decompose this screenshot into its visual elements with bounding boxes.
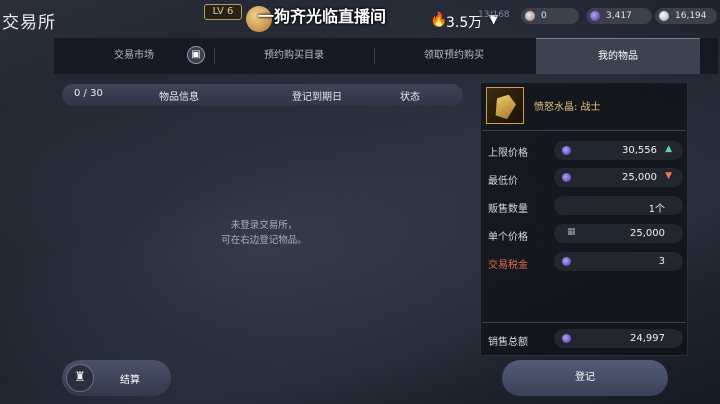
page-title: 交易所 [2, 13, 56, 33]
currency-purple-gem: 3,417 [586, 8, 652, 24]
empty-message-line: 可在右边登记物品。 [221, 235, 307, 246]
purple-gem-icon [562, 257, 571, 266]
money-bag-icon: ♜ [66, 364, 94, 392]
streamer-name: 一狗齐光临直播间 [258, 7, 387, 26]
total-sales-value: 24,997 [630, 333, 665, 344]
level-badge: LV 6 [204, 4, 242, 20]
purple-gem-icon [590, 11, 600, 21]
divider [482, 322, 686, 323]
divider [482, 130, 686, 131]
total-sales-field: 24,997 [554, 329, 683, 348]
sell-quantity-label: 贩售数量 [488, 204, 528, 215]
max-price-field: 30,556 ▲ [554, 141, 683, 160]
settle-button[interactable]: ♜ 结算 [62, 360, 171, 396]
calculator-icon: ▦ [567, 227, 576, 237]
trade-tax-field: 3 [554, 252, 683, 271]
register-button[interactable]: 登记 [502, 360, 668, 396]
unit-price-value: 25,000 [630, 228, 665, 239]
sell-quantity-value: 1个 [648, 204, 665, 215]
currency-silver-coin: 16,194 [655, 8, 717, 24]
tab-claim-reserve[interactable]: 领取预约购买 [374, 38, 534, 74]
flame-icon: 🔥 [430, 12, 448, 28]
triangle-down-icon: ▼ [665, 171, 672, 181]
column-expiry-date: 登记到期日 [292, 92, 342, 103]
item-name: 愤怒水晶: 战士 [534, 102, 601, 113]
item-thumbnail[interactable] [486, 87, 524, 124]
purple-gem-icon [562, 146, 571, 155]
column-status: 状态 [400, 92, 420, 103]
unit-price-label: 单个价格 [488, 232, 528, 243]
trade-tax-value: 3 [658, 256, 665, 267]
currency-pearl: 0 [521, 8, 579, 24]
column-item-info: 物品信息 [159, 92, 199, 103]
currency-purple-gem-value: 3,417 [606, 11, 632, 21]
tab-bar: 交易市场 ▣ 预约购买目录 领取预约购买 我的物品 [54, 38, 718, 74]
min-price-label: 最低价 [488, 176, 518, 187]
empty-list-message: 未登录交易所， 可在右边登记物品。 [200, 218, 328, 248]
tab-reserve-catalog[interactable]: 预约购买目录 [214, 38, 374, 74]
list-header: 0 / 30 物品信息 登记到期日 状态 [62, 84, 463, 106]
triangle-up-icon: ▲ [665, 144, 672, 154]
guide-book-icon[interactable]: ▣ [187, 46, 205, 64]
empty-message-line: 未登录交易所， [230, 220, 298, 231]
crystal-icon [492, 91, 518, 120]
listing-count: 0 / 30 [74, 88, 103, 99]
currency-silver-coin-value: 16,194 [675, 11, 707, 21]
heat-value: 3.5万 [446, 15, 483, 31]
pearl-icon [525, 11, 535, 21]
silver-coin-icon [659, 11, 669, 21]
currency-pearl-value: 0 [541, 11, 547, 21]
purple-gem-icon [562, 173, 571, 182]
inventory-count: 13/168 [478, 10, 510, 20]
trade-tax-label: 交易税金 [488, 260, 528, 271]
tab-my-items[interactable]: 我的物品 [536, 38, 700, 74]
max-price-label: 上限价格 [488, 148, 528, 159]
unit-price-input[interactable]: ▦ 25,000 [554, 224, 683, 243]
settle-button-label: 结算 [120, 375, 140, 386]
purple-gem-icon [562, 334, 571, 343]
min-price-value: 25,000 [622, 172, 657, 183]
min-price-field: 25,000 ▼ [554, 168, 683, 187]
total-sales-label: 销售总额 [488, 337, 528, 348]
sell-quantity-input[interactable]: 1个 [554, 196, 683, 215]
max-price-value: 30,556 [622, 145, 657, 156]
